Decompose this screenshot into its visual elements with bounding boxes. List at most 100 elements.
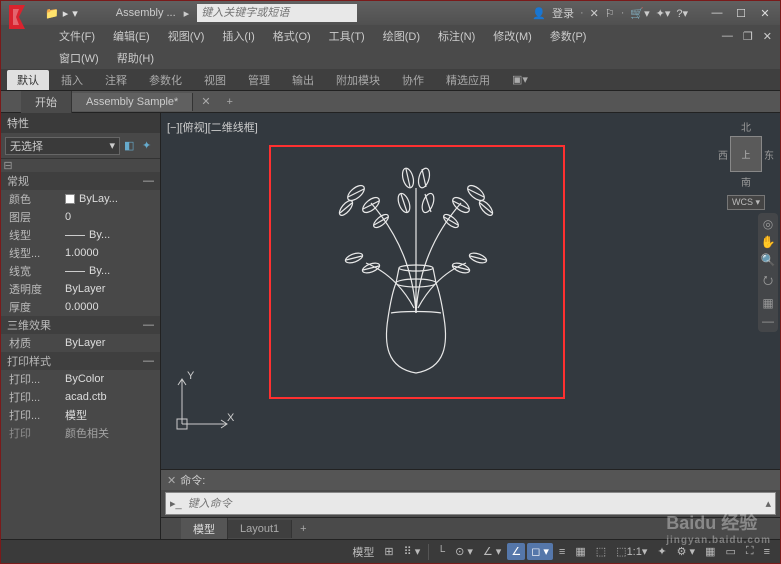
nav-expand-icon[interactable]: — [762, 314, 774, 328]
qat-dropdown-icon[interactable]: ▾ [72, 7, 78, 20]
status-snap-icon[interactable]: ⠿ ▾ [400, 543, 425, 560]
showmotion-icon[interactable]: ▦ [762, 296, 773, 310]
cmd-prompt-icon[interactable]: ▸_ [166, 497, 186, 510]
menu-draw[interactable]: 绘图(D) [375, 26, 428, 46]
doc-close-button[interactable]: ✕ [759, 30, 776, 43]
viewcube-face[interactable]: 上 [730, 136, 762, 172]
cmd-menu-icon[interactable]: ▴ [761, 497, 775, 510]
drawing-viewport[interactable]: [−][俯视][二维线框] [161, 113, 780, 469]
status-ortho-icon[interactable]: └ [433, 544, 449, 560]
fullnav-icon[interactable]: ◎ [763, 217, 773, 231]
pickadd-icon[interactable]: ◧ [124, 139, 138, 153]
menu-parametric[interactable]: 参数(P) [542, 26, 595, 46]
prop-plotspace[interactable]: 打印...模型 [1, 406, 160, 424]
ribbon-tab-collaborate[interactable]: 协作 [392, 70, 434, 90]
status-custom-icon[interactable]: ≡ [760, 544, 774, 560]
pin-icon[interactable]: ⊟ [1, 159, 15, 172]
cart-icon[interactable]: 🛒▾ [630, 7, 649, 20]
selection-combo[interactable]: 无选择 ▾ [5, 137, 120, 155]
prop-ltscale[interactable]: 线型...1.0000 [1, 244, 160, 262]
ribbon-tab-featured[interactable]: 精选应用 [436, 70, 500, 90]
ucs-icon[interactable]: Y X [167, 369, 237, 439]
ribbon-tab-annotate[interactable]: 注释 [95, 70, 137, 90]
cmd-close-icon[interactable]: ✕ [167, 474, 176, 487]
ribbon-tab-output[interactable]: 输出 [282, 70, 324, 90]
ribbon-tab-view[interactable]: 视图 [194, 70, 236, 90]
minimize-button[interactable]: — [706, 5, 728, 21]
status-cycling-icon[interactable]: ⬚ [592, 543, 610, 560]
menu-tools[interactable]: 工具(T) [321, 26, 373, 46]
menu-edit[interactable]: 编辑(E) [105, 26, 158, 46]
status-otrack-icon[interactable]: ∠ [507, 543, 525, 560]
status-annovis-icon[interactable]: ✦ [653, 543, 670, 560]
close-button[interactable]: ✕ [754, 5, 776, 21]
doc-tab-new-button[interactable]: + [219, 94, 241, 110]
ribbon-tab-manage[interactable]: 管理 [238, 70, 280, 90]
menu-file[interactable]: 文件(F) [51, 26, 103, 46]
collapse-icon[interactable]: — [143, 319, 154, 331]
pan-icon[interactable]: ✋ [761, 235, 776, 249]
signin-label[interactable]: 登录 [552, 5, 574, 21]
prop-layer[interactable]: 图层0 [1, 208, 160, 226]
ribbon-tab-addins[interactable]: 附加模块 [326, 70, 390, 90]
command-input[interactable] [186, 496, 762, 512]
prop-linetype[interactable]: 线型By... [1, 226, 160, 244]
menu-insert[interactable]: 插入(I) [214, 26, 262, 46]
star-icon[interactable]: ✦▾ [656, 7, 671, 20]
help-icon[interactable]: ?▾ [676, 7, 688, 20]
status-model[interactable]: 模型 [348, 542, 378, 562]
status-cleanscreen-icon[interactable]: ⛶ [742, 543, 758, 560]
collapse-icon[interactable]: — [143, 175, 154, 187]
status-transparency-icon[interactable]: ▦ [571, 543, 589, 560]
menu-modify[interactable]: 修改(M) [485, 26, 540, 46]
doc-minimize-button[interactable]: — [718, 30, 737, 43]
doc-restore-button[interactable]: ❐ [739, 30, 757, 43]
status-workspace-icon[interactable]: ▦ [701, 543, 719, 560]
prop-lineweight[interactable]: 线宽By... [1, 262, 160, 280]
menu-window[interactable]: 窗口(W) [51, 48, 107, 68]
share-icon[interactable]: ⚐ [605, 7, 615, 20]
prop-plotstyle[interactable]: 打印...ByColor [1, 370, 160, 388]
doc-tab-assembly[interactable]: Assembly Sample* [72, 93, 193, 111]
search-input[interactable] [197, 4, 357, 22]
prop-thickness[interactable]: 厚度0.0000 [1, 298, 160, 316]
group-plotstyle[interactable]: 打印样式— [1, 352, 160, 370]
layout-add-button[interactable]: + [292, 521, 314, 537]
doc-tab-start[interactable]: 开始 [21, 91, 72, 113]
doc-tab-add-button[interactable]: ✕ [193, 93, 218, 110]
group-general[interactable]: 常规— [1, 172, 160, 190]
exchange-icon[interactable]: ✕ [590, 7, 599, 20]
status-annoscale[interactable]: ⬚ 1:1 ▾ [612, 543, 651, 560]
viewcube[interactable]: 北 西 上 东 南 WCS ▾ [718, 119, 774, 210]
menu-view[interactable]: 视图(V) [160, 26, 213, 46]
layout-tab-layout1[interactable]: Layout1 [228, 520, 292, 538]
viewport-controls[interactable]: [−][俯视][二维线框] [167, 119, 258, 135]
ribbon-expand-icon[interactable]: ▣▾ [502, 71, 538, 88]
recent-icon[interactable]: ▸ [63, 7, 69, 20]
layout-tab-model[interactable]: 模型 [181, 518, 228, 540]
status-osnap-icon[interactable]: ◻ ▾ [527, 543, 553, 560]
status-isodraft-icon[interactable]: ∠ ▾ [479, 543, 505, 560]
quickselect-icon[interactable]: ✦ [142, 139, 156, 153]
status-lineweight-icon[interactable]: ≡ [555, 544, 569, 560]
zoom-icon[interactable]: 🔍 [761, 253, 776, 267]
menu-dimension[interactable]: 标注(N) [430, 26, 483, 46]
open-icon[interactable]: 📁 [45, 7, 59, 20]
prop-plotcolor[interactable]: 打印颜色相关 [1, 424, 160, 442]
status-grid-icon[interactable]: ⊞ [380, 543, 397, 560]
status-annoauto-icon[interactable]: ⚙ ▾ [673, 543, 699, 560]
group-3d[interactable]: 三维效果— [1, 316, 160, 334]
title-dropdown-icon[interactable]: ▸ [184, 7, 190, 20]
ribbon-tab-default[interactable]: 默认 [7, 70, 49, 90]
menu-help[interactable]: 帮助(H) [109, 48, 162, 68]
signin-icon[interactable]: 👤 [532, 7, 546, 20]
ribbon-tab-insert[interactable]: 插入 [51, 70, 93, 90]
prop-transparency[interactable]: 透明度ByLayer [1, 280, 160, 298]
app-logo-icon[interactable] [5, 1, 37, 33]
maximize-button[interactable]: ☐ [730, 5, 752, 21]
prop-material[interactable]: 材质ByLayer [1, 334, 160, 352]
menu-format[interactable]: 格式(O) [265, 26, 319, 46]
status-monitor-icon[interactable]: ▭ [721, 543, 739, 560]
prop-plottable[interactable]: 打印...acad.ctb [1, 388, 160, 406]
wcs-label[interactable]: WCS ▾ [727, 195, 765, 210]
